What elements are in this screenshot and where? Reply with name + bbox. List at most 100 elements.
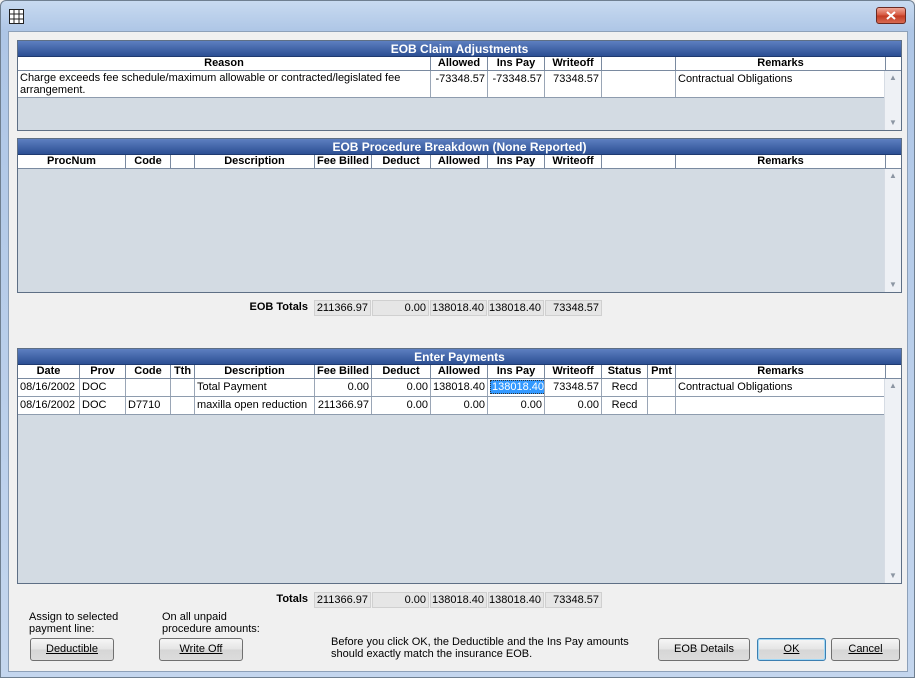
close-icon	[886, 11, 896, 20]
col-ins-pay[interactable]: Ins Pay	[488, 57, 545, 71]
total-allowed: 138018.40	[430, 592, 487, 608]
cell-fee-billed[interactable]: 0.00	[315, 379, 372, 396]
scroll-up-icon[interactable]: ▲	[885, 169, 901, 183]
procedure-breakdown-scrollbar[interactable]: ▲ ▼	[884, 169, 901, 292]
procedure-breakdown-body: ▲ ▼	[18, 169, 901, 292]
col-ins-pay[interactable]: Ins Pay	[488, 365, 545, 379]
cell-prov: DOC	[80, 379, 126, 396]
cell-status: Recd	[602, 379, 648, 396]
cell-description: maxilla open reduction	[195, 397, 315, 414]
eob-totals-label: EOB Totals	[249, 301, 308, 313]
col-code[interactable]: Code	[126, 155, 171, 169]
claim-adjustments-grid: EOB Claim Adjustments Reason Allowed Ins…	[17, 40, 902, 131]
warning-note: Before you click OK, the Deductible and …	[331, 636, 629, 660]
col-fee-billed[interactable]: Fee Billed	[315, 365, 372, 379]
close-button[interactable]	[876, 7, 906, 24]
enter-payments-grid: Enter Payments Date Prov Code Tth Descri…	[17, 348, 902, 584]
deductible-button[interactable]: Deductible	[30, 638, 114, 661]
col-prov[interactable]: Prov	[80, 365, 126, 379]
cell-date: 08/16/2002	[18, 397, 80, 414]
eob-total-writeoff: 73348.57	[545, 300, 602, 316]
col-description[interactable]: Description	[195, 155, 315, 169]
dialog-client: EOB Claim Adjustments Reason Allowed Ins…	[8, 31, 908, 672]
write-off-button-label: Write Off	[179, 643, 223, 655]
eob-total-fee-billed: 211366.97	[314, 300, 371, 316]
cell-allowed: -73348.57	[431, 71, 488, 97]
procedure-breakdown-header: ProcNum Code Description Fee Billed Dedu…	[18, 155, 901, 169]
col-procnum[interactable]: ProcNum	[18, 155, 126, 169]
col-allowed[interactable]: Allowed	[431, 57, 488, 71]
deductible-button-label: Deductible	[46, 643, 98, 655]
col-code[interactable]: Code	[126, 365, 171, 379]
totals-label: Totals	[276, 593, 308, 605]
col-description[interactable]: Description	[195, 365, 315, 379]
scroll-up-icon[interactable]: ▲	[885, 379, 901, 393]
col-remarks[interactable]: Remarks	[676, 155, 886, 169]
procedure-breakdown-title: EOB Procedure Breakdown (None Reported)	[18, 139, 901, 155]
col-reason[interactable]: Reason	[18, 57, 431, 71]
col-writeoff[interactable]: Writeoff	[545, 57, 602, 71]
col-deduct[interactable]: Deduct	[372, 365, 431, 379]
col-writeoff[interactable]: Writeoff	[545, 155, 602, 169]
ok-button-label: OK	[783, 643, 800, 655]
col-blank-2[interactable]	[602, 155, 676, 169]
col-tth[interactable]: Tth	[171, 365, 195, 379]
col-allowed[interactable]: Allowed	[431, 365, 488, 379]
table-row[interactable]: 08/16/2002 DOC Total Payment 0.00 0.00 1…	[18, 379, 886, 397]
scroll-down-icon[interactable]: ▼	[885, 116, 901, 130]
cell-reason: Charge exceeds fee schedule/maximum allo…	[18, 71, 431, 97]
cell-writeoff[interactable]: 73348.57	[545, 379, 602, 396]
cancel-button[interactable]: Cancel	[831, 638, 900, 661]
table-row[interactable]: Charge exceeds fee schedule/maximum allo…	[18, 71, 886, 98]
col-writeoff[interactable]: Writeoff	[545, 365, 602, 379]
col-allowed[interactable]: Allowed	[431, 155, 488, 169]
scroll-down-icon[interactable]: ▼	[885, 569, 901, 583]
ok-button[interactable]: OK	[757, 638, 826, 661]
cell-deduct[interactable]: 0.00	[372, 379, 431, 396]
cell-fee-billed[interactable]: 211366.97	[315, 397, 372, 414]
total-writeoff: 73348.57	[545, 592, 602, 608]
scroll-down-icon[interactable]: ▼	[885, 278, 901, 292]
cell-code	[126, 379, 171, 396]
write-off-button[interactable]: Write Off	[159, 638, 243, 661]
col-remarks[interactable]: Remarks	[676, 57, 886, 71]
cell-ins-pay[interactable]: 0.00	[488, 397, 545, 414]
dialog-window: EOB Claim Adjustments Reason Allowed Ins…	[0, 0, 915, 678]
cell-writeoff[interactable]: 0.00	[545, 397, 602, 414]
claim-adjustments-scrollbar[interactable]: ▲ ▼	[884, 71, 901, 130]
col-status[interactable]: Status	[602, 365, 648, 379]
col-deduct[interactable]: Deduct	[372, 155, 431, 169]
cell-remarks[interactable]	[676, 397, 886, 414]
col-fee-billed[interactable]: Fee Billed	[315, 155, 372, 169]
enter-payments-title: Enter Payments	[18, 349, 901, 365]
assign-note: Assign to selected payment line:	[29, 611, 119, 635]
cancel-button-label: Cancel	[848, 643, 883, 655]
ins-pay-edit-text[interactable]: 138018.40	[490, 380, 544, 394]
scroll-up-icon[interactable]: ▲	[885, 71, 901, 85]
enter-payments-header: Date Prov Code Tth Description Fee Bille…	[18, 365, 901, 379]
col-ins-pay[interactable]: Ins Pay	[488, 155, 545, 169]
cell-tth	[171, 397, 195, 414]
col-blank-1[interactable]	[171, 155, 195, 169]
col-date[interactable]: Date	[18, 365, 80, 379]
table-row[interactable]: 08/16/2002 DOC D7710 maxilla open reduct…	[18, 397, 886, 415]
cell-ins-pay-editing[interactable]: 138018.40	[488, 379, 545, 396]
enter-payments-scrollbar[interactable]: ▲ ▼	[884, 379, 901, 583]
title-bar	[1, 1, 914, 31]
cell-allowed[interactable]: 0.00	[431, 397, 488, 414]
cell-allowed[interactable]: 138018.40	[431, 379, 488, 396]
cell-prov: DOC	[80, 397, 126, 414]
col-remarks[interactable]: Remarks	[676, 365, 886, 379]
procedure-breakdown-grid: EOB Procedure Breakdown (None Reported) …	[17, 138, 902, 293]
cell-deduct[interactable]: 0.00	[372, 397, 431, 414]
col-blank[interactable]	[602, 57, 676, 71]
cell-pmt	[648, 397, 676, 414]
eob-total-ins-pay: 138018.40	[488, 300, 544, 316]
col-pmt[interactable]: Pmt	[648, 365, 676, 379]
cell-writeoff: 73348.57	[545, 71, 602, 97]
eob-total-allowed: 138018.40	[430, 300, 487, 316]
cell-date: 08/16/2002	[18, 379, 80, 396]
cell-remarks[interactable]: Contractual Obligations	[676, 379, 886, 396]
eob-details-button[interactable]: EOB Details	[658, 638, 750, 661]
cell-pmt	[648, 379, 676, 396]
